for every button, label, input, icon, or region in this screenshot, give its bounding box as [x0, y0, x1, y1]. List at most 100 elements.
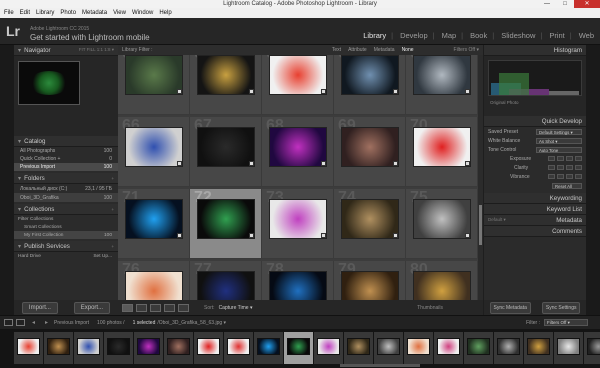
filter-attribute[interactable]: Attribute — [348, 47, 367, 53]
filmstrip-cell[interactable] — [344, 332, 373, 364]
grid-cell[interactable]: 68 — [262, 117, 334, 187]
survey-view-icon[interactable] — [164, 303, 175, 312]
photo-thumbnail[interactable] — [341, 271, 399, 300]
filter-text[interactable]: Text — [332, 47, 341, 53]
sync-metadata-button[interactable]: Sync Metadata — [489, 301, 531, 314]
photo-thumbnail[interactable] — [125, 127, 183, 167]
filter-metadata[interactable]: Metadata — [374, 47, 395, 53]
filmstrip-thumbnail[interactable] — [167, 338, 190, 355]
grid-cell[interactable]: 80 — [406, 261, 478, 300]
menu-photo[interactable]: Photo — [60, 10, 76, 16]
develop-badge-icon[interactable] — [393, 233, 398, 238]
filmstrip-cell[interactable] — [524, 332, 553, 364]
white-balance-dropdown[interactable]: As Shot ▾ — [536, 137, 582, 144]
filmstrip-thumbnail[interactable] — [287, 338, 310, 355]
module-book[interactable]: Book — [470, 31, 487, 40]
catalog-quick-collection[interactable]: Quick Collection + 0 — [14, 155, 118, 163]
filmstrip-cell[interactable] — [314, 332, 343, 364]
develop-badge-icon[interactable] — [249, 161, 254, 166]
photo-thumbnail[interactable] — [197, 199, 255, 239]
menu-window[interactable]: Window — [132, 10, 153, 16]
filmstrip-cell[interactable] — [284, 332, 313, 364]
saved-preset-dropdown[interactable]: Default Settings ▾ — [536, 128, 582, 135]
add-publish-icon[interactable]: + — [111, 244, 114, 249]
photo-thumbnail[interactable] — [341, 199, 399, 239]
photo-thumbnail[interactable] — [413, 271, 471, 300]
photo-thumbnail[interactable] — [341, 55, 399, 95]
develop-badge-icon[interactable] — [249, 233, 254, 238]
filmstrip-cell[interactable] — [584, 332, 600, 364]
filmstrip-cell[interactable] — [554, 332, 583, 364]
grid-cell[interactable]: 79 — [334, 261, 406, 300]
module-develop[interactable]: Develop — [400, 31, 428, 40]
minimize-button[interactable]: — — [538, 0, 556, 8]
filmstrip-cell[interactable] — [464, 332, 493, 364]
metadata-preset-dropdown[interactable]: Default ▾ — [488, 217, 506, 223]
filmstrip-thumbnail[interactable] — [47, 338, 70, 355]
photo-thumbnail[interactable] — [197, 55, 255, 95]
add-folder-icon[interactable]: + — [111, 176, 114, 181]
compare-view-icon[interactable] — [150, 303, 161, 312]
my-first-collection[interactable]: My First Collection 100 — [14, 231, 118, 239]
grid-cell[interactable]: 78 — [262, 261, 334, 300]
photo-thumbnail[interactable] — [413, 199, 471, 239]
develop-badge-icon[interactable] — [393, 161, 398, 166]
auto-tone-button[interactable]: Auto Tone — [536, 146, 582, 153]
photo-thumbnail[interactable] — [341, 127, 399, 167]
photo-thumbnail[interactable] — [413, 127, 471, 167]
mobile-tagline[interactable]: Get started with Lightroom mobile — [30, 33, 150, 42]
maximize-button[interactable]: □ — [556, 0, 574, 8]
module-web[interactable]: Web — [579, 31, 594, 40]
photo-thumbnail[interactable] — [269, 271, 327, 300]
navigator-preview[interactable] — [14, 56, 118, 136]
metadata-header[interactable]: Default ▾ Metadata — [484, 215, 586, 226]
histogram-graph[interactable] — [488, 60, 582, 96]
grid-cell[interactable]: 77 — [190, 261, 262, 300]
navigator-zoom-options[interactable]: FIT FILL 1:1 1:8 ▾ — [79, 47, 114, 53]
grid-cell[interactable]: 71 — [118, 189, 190, 259]
filmstrip-cell[interactable] — [74, 332, 103, 364]
filmstrip-thumbnail[interactable] — [77, 338, 100, 355]
folder-disk[interactable]: Локальный диск (C:) 23,1 / 95 ГБ — [14, 184, 118, 193]
thumbnails-size-label[interactable]: Thumbnails — [417, 305, 443, 311]
develop-badge-icon[interactable] — [465, 233, 470, 238]
filmstrip-cell[interactable] — [374, 332, 403, 364]
filmstrip-thumbnail[interactable] — [377, 338, 400, 355]
filter-none[interactable]: None — [402, 47, 414, 53]
sort-dropdown[interactable]: Capture Time ▾ — [219, 305, 253, 311]
quick-develop-header[interactable]: Quick Develop — [484, 116, 586, 127]
filmstrip-thumbnail[interactable] — [257, 338, 280, 355]
filmstrip-thumbnail[interactable] — [407, 338, 430, 355]
filmstrip-cell[interactable] — [224, 332, 253, 364]
filmstrip-thumbnail[interactable] — [557, 338, 580, 355]
clarity-steppers[interactable] — [548, 165, 582, 170]
catalog-previous-import[interactable]: Previous Import 100 — [14, 163, 118, 171]
catalog-header[interactable]: ▾ Catalog — [14, 136, 118, 147]
reset-all-button[interactable]: Reset All — [552, 182, 582, 189]
develop-badge-icon[interactable] — [393, 89, 398, 94]
grid-cell[interactable]: 73 — [262, 189, 334, 259]
grid-cell[interactable]: 62 — [190, 55, 262, 115]
keywording-header[interactable]: Keywording — [484, 193, 586, 204]
folders-header[interactable]: ▾ Folders + — [14, 173, 118, 184]
filter-presets-dropdown[interactable]: Filters Off ▾ — [454, 47, 479, 53]
add-collection-icon[interactable]: + — [111, 207, 114, 212]
develop-badge-icon[interactable] — [177, 161, 182, 166]
menu-metadata[interactable]: Metadata — [82, 10, 107, 16]
develop-badge-icon[interactable] — [321, 161, 326, 166]
filmstrip-thumbnail[interactable] — [137, 338, 160, 355]
photo-thumbnail[interactable] — [269, 55, 327, 95]
filmstrip-cell[interactable] — [434, 332, 463, 364]
photo-thumbnail[interactable] — [125, 199, 183, 239]
grid-scrollbar[interactable] — [478, 55, 483, 300]
photo-thumbnail[interactable] — [125, 55, 183, 95]
filmstrip-cell[interactable] — [104, 332, 133, 364]
selected-filename[interactable]: /Oboi_3D_Grafika_58_63.jpg ▾ — [157, 320, 226, 326]
second-window-icon[interactable] — [16, 319, 25, 326]
filmstrip-thumbnail[interactable] — [527, 338, 550, 355]
filmstrip-thumbnail[interactable] — [17, 338, 40, 355]
filmstrip-thumbnail[interactable] — [107, 338, 130, 355]
menu-library[interactable]: Library — [36, 10, 54, 16]
filmstrip-filter-dropdown[interactable]: Filters Off ▾ — [544, 319, 588, 326]
develop-badge-icon[interactable] — [465, 161, 470, 166]
